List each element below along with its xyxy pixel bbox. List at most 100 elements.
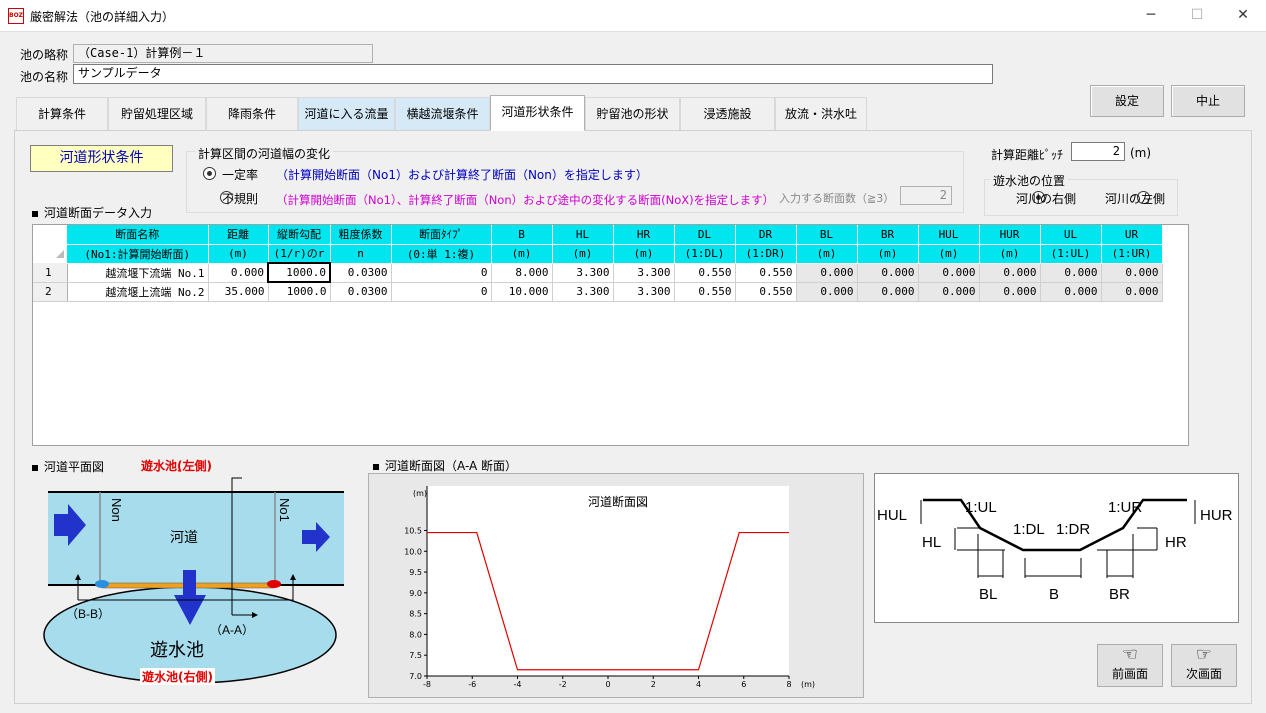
column-unit-header: (m) <box>857 244 919 264</box>
column-unit-header: (m) <box>796 244 858 264</box>
grid-cell[interactable]: 0.000 <box>979 282 1041 302</box>
column-header[interactable]: HUL <box>918 225 980 245</box>
maximize-icon[interactable]: ☐ <box>1174 0 1220 32</box>
x-tick-label: 4 <box>696 680 701 689</box>
radio-pond-right-label: 河川の右側 <box>1016 192 1077 206</box>
column-header[interactable]: UR <box>1101 225 1163 245</box>
cancel-button[interactable]: 中止 <box>1171 85 1245 117</box>
y-tick-label: 8.0 <box>409 630 422 639</box>
table-row[interactable]: 2 越流堰上流端 No.2 35.000 1000.0 0.0300 0 10.000 3.3… <box>33 282 1163 302</box>
grid-cell[interactable]: 0 <box>391 282 492 302</box>
schematic-br: BR <box>1109 586 1130 603</box>
grid-cell[interactable]: 3.300 <box>613 282 675 302</box>
column-header[interactable]: DR <box>735 225 797 245</box>
grid-cell[interactable]: 0.000 <box>918 282 980 302</box>
x-tick-label: -6 <box>468 680 476 689</box>
column-header[interactable]: 断面ﾀｲﾌﾟ <box>391 225 492 245</box>
grid-cell[interactable]: 3.300 <box>552 282 614 302</box>
column-header[interactable]: BL <box>796 225 858 245</box>
grid-title: 河道断面データ入力 <box>32 204 152 221</box>
column-header[interactable]: HR <box>613 225 675 245</box>
grid-cell[interactable]: 越流堰下流端 No.1 <box>67 263 209 283</box>
column-unit-header: (1:DR) <box>735 244 797 264</box>
tab-pond-shape[interactable]: 貯留池の形状 <box>585 97 680 131</box>
grid-cell[interactable]: 3.300 <box>613 263 675 283</box>
section-data-grid[interactable]: 断面名称 距離 縦断勾配 粗度係数 断面ﾀｲﾌﾟ B HL HR DL DR BL BR HUL HUR U… <box>32 224 1189 446</box>
grid-cell[interactable]: 1000.0 <box>267 262 331 283</box>
grid-cell[interactable]: 0.000 <box>918 263 980 283</box>
schematic-b: B <box>1049 586 1059 603</box>
section-view-title: 河道断面図（A-A 断面） <box>373 457 517 474</box>
tab-rainfall[interactable]: 降雨条件 <box>206 97 298 131</box>
column-unit-header: (m) <box>918 244 980 264</box>
grid-cell[interactable]: 0.000 <box>1101 263 1163 283</box>
grid-cell[interactable]: 0.550 <box>674 282 736 302</box>
grid-cell[interactable]: 3.300 <box>552 263 614 283</box>
tab-calc-conditions[interactable]: 計算条件 <box>16 97 108 131</box>
plan-view-diagram: 遊水池(左側) 河道 遊水池 （B-B） （A-A） Non No1 <box>43 470 344 684</box>
grid-cell[interactable]: 0.000 <box>1040 263 1102 283</box>
close-icon[interactable]: ✕ <box>1220 0 1266 32</box>
column-header[interactable]: HL <box>552 225 614 245</box>
name-field[interactable]: サンプルデータ <box>73 64 993 84</box>
column-header[interactable]: BR <box>857 225 919 245</box>
radio-constant[interactable] <box>203 167 216 180</box>
column-header[interactable]: 断面名称 <box>67 225 209 245</box>
grid-cell[interactable]: 0.000 <box>796 282 858 302</box>
column-header[interactable]: 距離 <box>208 225 269 245</box>
grid-cell[interactable]: 0.000 <box>1040 282 1102 302</box>
section-count-label: 入力する断面数（≧3） <box>779 192 895 205</box>
y-tick-label: 9.5 <box>409 568 422 577</box>
tab-discharge[interactable]: 放流・洪水吐 <box>775 97 867 131</box>
grid-cell[interactable]: 0.550 <box>735 282 797 302</box>
grid-cell[interactable]: 0.000 <box>208 263 269 283</box>
grid-cell[interactable]: 35.000 <box>208 282 269 302</box>
prev-screen-button[interactable]: ☜ 前画面 <box>1097 644 1163 687</box>
bb-label: （B-B） <box>66 607 110 621</box>
grid-cell[interactable]: 0.000 <box>979 263 1041 283</box>
next-screen-button[interactable]: ☞ 次画面 <box>1171 644 1237 687</box>
minimize-icon[interactable]: ─ <box>1128 0 1174 32</box>
tab-infiltration[interactable]: 浸透施設 <box>680 97 775 131</box>
schematic-ur: 1:UR <box>1108 499 1142 516</box>
column-unit-header: (m) <box>491 244 553 264</box>
grid-cell[interactable]: 1000.0 <box>268 282 331 302</box>
grid-cell[interactable]: 0.000 <box>796 263 858 283</box>
aa-label: （A-A） <box>210 623 254 637</box>
schematic-hl: HL <box>922 534 941 551</box>
grid-cell[interactable]: 0.550 <box>735 263 797 283</box>
tab-river-inflow[interactable]: 河道に入る流量 <box>298 97 395 131</box>
column-header[interactable]: UL <box>1040 225 1102 245</box>
constant-desc: （計算開始断面（No1）および計算終了断面（Non）を指定します） <box>276 168 648 182</box>
column-header[interactable]: B <box>491 225 553 245</box>
column-unit-header: (m) <box>979 244 1041 264</box>
radio-irregular-label: 不規則 <box>222 192 259 206</box>
grid-cell[interactable]: 10.000 <box>491 282 553 302</box>
schematic-ul: 1:UL <box>965 499 997 516</box>
grid-cell[interactable]: 0.000 <box>1101 282 1163 302</box>
grid-cell[interactable]: 0.550 <box>674 263 736 283</box>
pond-left-text: 遊水池(左側) <box>141 459 212 473</box>
column-header[interactable]: HUR <box>979 225 1041 245</box>
pitch-label: 計算距離ﾋﾟｯﾁ <box>991 148 1064 162</box>
column-header[interactable]: DL <box>674 225 736 245</box>
tab-storage-area[interactable]: 貯留処理区域 <box>108 97 206 131</box>
column-unit-header: (1:UR) <box>1101 244 1163 264</box>
column-header[interactable]: 縦断勾配 <box>268 225 331 245</box>
grid-corner <box>33 225 67 244</box>
set-button[interactable]: 設定 <box>1090 85 1164 117</box>
grid-cell[interactable]: 0 <box>391 263 492 283</box>
grid-cell[interactable]: 越流堰上流端 No.2 <box>67 282 209 302</box>
tab-channel-shape[interactable]: 河道形状条件 <box>490 95 585 131</box>
tab-weir-conditions[interactable]: 横越流堰条件 <box>395 97 490 131</box>
grid-cell[interactable]: 0.000 <box>857 282 919 302</box>
grid-cell[interactable]: 0.0300 <box>330 282 392 302</box>
table-row[interactable]: 1 越流堰下流端 No.1 0.000 1000.0 0.0300 0 8.000 3.300… <box>33 262 1163 283</box>
x-tick-label: 2 <box>651 680 656 689</box>
pitch-field[interactable]: 2 <box>1071 142 1125 161</box>
grid-cell[interactable]: 0.000 <box>857 263 919 283</box>
grid-cell[interactable]: 0.0300 <box>330 263 392 283</box>
column-header[interactable]: 粗度係数 <box>330 225 392 245</box>
grid-cell[interactable]: 8.000 <box>491 263 553 283</box>
x-tick-label: -2 <box>559 680 567 689</box>
